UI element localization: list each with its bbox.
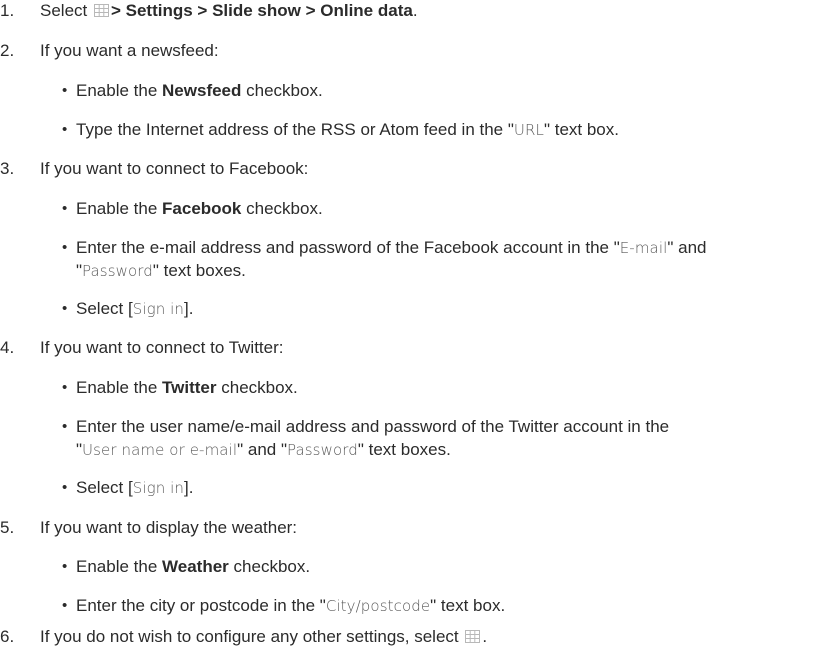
bullet-text-post: checkbox.	[246, 81, 323, 100]
bullet-text-pre: Type the Internet address of the RSS or …	[76, 120, 514, 139]
bullet: •	[62, 597, 68, 614]
step-text: If you want to connect to Facebook:	[40, 159, 309, 178]
bullet: •	[62, 239, 68, 256]
bullet: •	[62, 379, 68, 396]
step-number: 1.	[0, 1, 15, 20]
bullet: •	[62, 300, 68, 317]
bullet-text-post: " text box.	[430, 596, 506, 615]
sign-in-label: Sign in	[132, 479, 185, 497]
bullet: •	[62, 418, 68, 435]
bullet-text-post: checkbox.	[246, 199, 323, 218]
step-text-suffix: .	[412, 1, 418, 20]
bullet-text-post: ].	[184, 299, 194, 318]
ui-label: URL	[513, 121, 544, 139]
bullet-text-post: ].	[184, 478, 194, 497]
bullet-text-post: " text boxes.	[152, 261, 246, 280]
step-text: If you want a newsfeed:	[40, 41, 219, 60]
step-number: 6.	[0, 627, 15, 646]
step-number: 4.	[0, 338, 15, 357]
checkbox-name: Weather	[162, 557, 229, 576]
bullet: •	[62, 200, 68, 217]
bullet-text-pre: Select [	[76, 478, 133, 497]
step-number: 3.	[0, 159, 15, 178]
bullet: •	[62, 558, 68, 575]
checkbox-name: Facebook	[162, 199, 242, 218]
instruction-page: 1. Select > Settings > Slide show > Onli…	[0, 0, 833, 650]
bullet: •	[62, 82, 68, 99]
grid-menu-icon	[465, 630, 481, 643]
bullet-text: Enter the user name/e-mail address and p…	[76, 417, 670, 436]
bullet: •	[62, 121, 68, 138]
sign-in-label: Sign in	[132, 300, 185, 318]
bullet-text-mid: " and "	[237, 440, 287, 459]
bullet-text-post: checkbox.	[233, 557, 311, 576]
ui-label: Password	[82, 262, 153, 280]
bullet-text-post: " text box.	[543, 120, 619, 139]
grid-menu-icon	[93, 4, 109, 17]
bullet-text-post: " text boxes.	[357, 440, 451, 459]
step-number: 2.	[0, 41, 15, 60]
bullet-text-post: checkbox.	[221, 378, 298, 397]
step-text: If you do not wish to configure any othe…	[40, 627, 459, 646]
step-text-suffix: .	[482, 627, 488, 646]
menu-path: > Settings > Slide show > Online data	[110, 1, 413, 20]
bullet-text-post: " and	[667, 238, 707, 257]
bullet-text-pre: Enter the city or postcode in the "	[76, 596, 326, 615]
ui-label: E-mail	[619, 239, 668, 257]
step-number: 5.	[0, 518, 15, 537]
bullet-text-pre: Enable the	[76, 557, 158, 576]
ui-label: City/postcode	[325, 597, 431, 615]
checkbox-name: Newsfeed	[162, 81, 242, 100]
bullet-text-pre: Enable the	[76, 378, 158, 397]
bullet-text-pre: Enter the e-mail address and password of…	[76, 238, 620, 257]
bullet-text-pre: Enable the	[76, 199, 158, 218]
step-text: If you want to display the weather:	[40, 518, 298, 537]
checkbox-name: Twitter	[162, 378, 217, 397]
bullet-text-pre: Enable the	[76, 81, 158, 100]
ui-label: Password	[287, 441, 358, 459]
bullet-text-pre: Select [	[76, 299, 133, 318]
step-text: If you want to connect to Twitter:	[40, 338, 284, 357]
step-text: Select	[40, 1, 88, 20]
ui-label: User name or e-mail	[82, 441, 238, 459]
bullet: •	[62, 479, 68, 496]
